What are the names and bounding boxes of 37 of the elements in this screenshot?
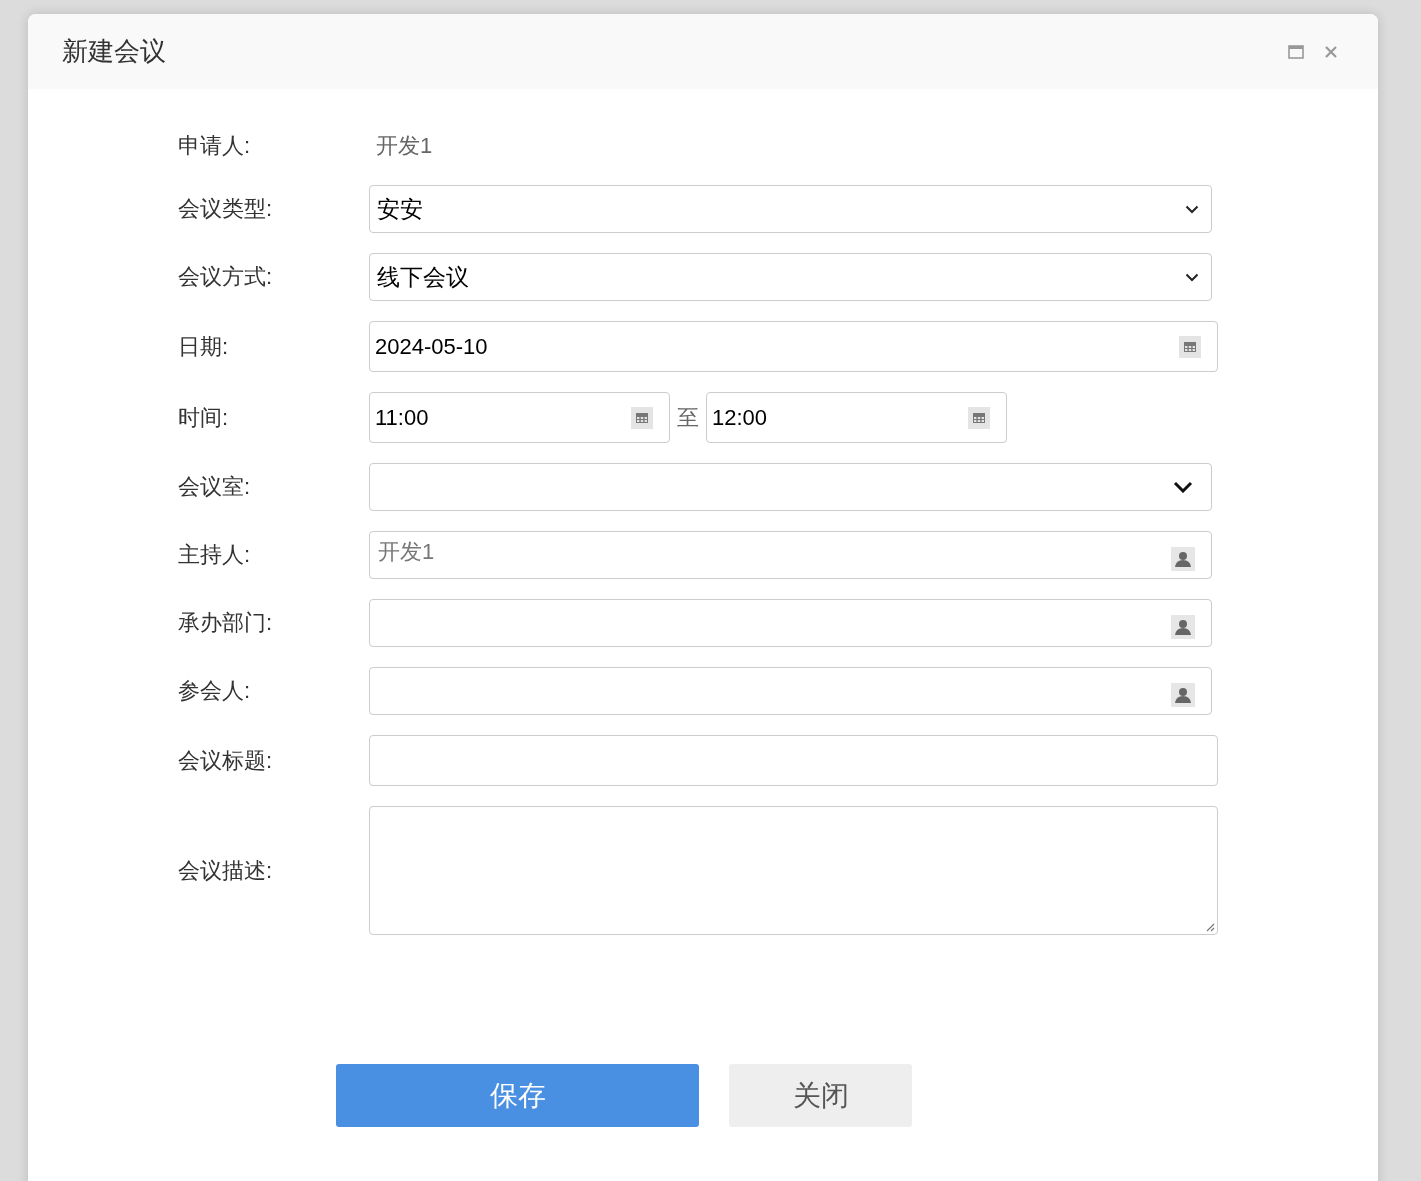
select-field[interactable]: [369, 463, 1212, 511]
person-icon[interactable]: [1171, 683, 1195, 707]
field-label: 主持人:: [178, 541, 252, 569]
chevron-down-icon[interactable]: [1185, 204, 1199, 214]
picker-field[interactable]: [369, 599, 1212, 647]
resize-grip-icon[interactable]: [1205, 922, 1215, 932]
person-icon[interactable]: [1171, 547, 1195, 571]
select-field[interactable]: 线下会议: [369, 253, 1212, 301]
calendar-icon[interactable]: [1179, 335, 1201, 358]
person-icon[interactable]: [1171, 615, 1195, 639]
select-field[interactable]: 安安: [369, 185, 1212, 233]
time-field[interactable]: 12:00: [706, 392, 1007, 443]
field-label: 会议描述:: [178, 856, 274, 885]
maximize-icon[interactable]: [1288, 44, 1304, 59]
close-button[interactable]: 关闭: [729, 1064, 912, 1127]
range-separator: 至: [677, 403, 699, 432]
time-field[interactable]: 11:00: [369, 392, 670, 443]
field-label: 会议类型:: [178, 195, 274, 223]
calendar-icon[interactable]: [631, 406, 653, 429]
field-label: 日期:: [178, 332, 230, 361]
picker-field[interactable]: 开发1: [369, 531, 1212, 579]
close-icon[interactable]: [1324, 44, 1338, 59]
date-field[interactable]: 2024-05-10: [369, 321, 1218, 372]
input-field[interactable]: [369, 735, 1218, 786]
field-label: 参会人:: [178, 677, 252, 705]
dialog-title: 新建会议: [62, 35, 166, 68]
field-label: 会议室:: [178, 473, 252, 501]
field-value: 开发1: [375, 132, 433, 160]
field-label: 承办部门:: [178, 609, 274, 637]
chevron-down-icon[interactable]: [1185, 272, 1199, 282]
field-label: 会议方式:: [178, 263, 274, 291]
field-label: 会议标题:: [178, 746, 274, 775]
picker-field[interactable]: [369, 667, 1212, 715]
field-label: 时间:: [178, 403, 230, 432]
calendar-icon[interactable]: [968, 406, 990, 429]
chevron-down-icon[interactable]: [1173, 481, 1193, 493]
field-label: 申请人:: [178, 132, 252, 160]
